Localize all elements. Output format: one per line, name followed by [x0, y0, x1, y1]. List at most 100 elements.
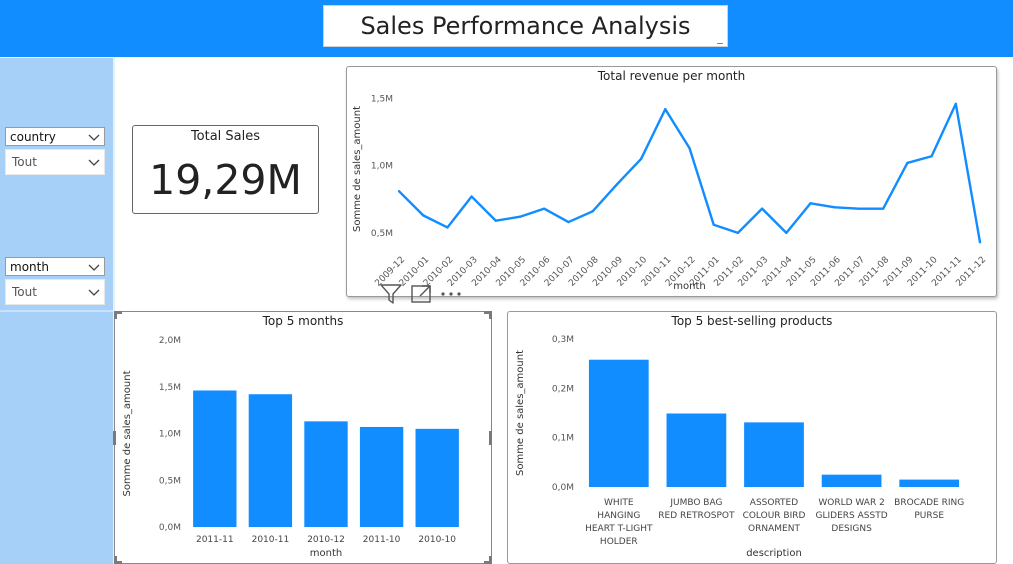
x-tick-label: JUMBO BAG RED RETROSPOT — [658, 498, 735, 521]
y-tick-label: 0,1M — [552, 434, 574, 444]
y-axis-label: Somme de sales_amount — [352, 106, 363, 232]
chevron-down-icon — [88, 134, 100, 141]
slicer-month-dropdown[interactable]: Tout — [5, 279, 105, 305]
x-tick-label: 2010-12 — [307, 535, 345, 545]
bar — [899, 479, 960, 487]
x-tick-label: 2010-11 — [252, 535, 290, 545]
bar — [304, 421, 348, 527]
filter-button[interactable] — [376, 281, 406, 307]
data-point — [906, 161, 909, 165]
bar — [359, 426, 404, 527]
slicer-month-header[interactable]: month — [5, 257, 105, 276]
slicer-month-value: Tout — [12, 285, 37, 299]
y-tick-label: 0,5M — [371, 229, 393, 239]
pane-divider-horizontal — [0, 310, 113, 312]
x-tick-label: WORLD WAR 2 GLIDERS ASSTD DESIGNS — [816, 498, 888, 534]
data-point — [809, 202, 812, 205]
data-point — [639, 157, 643, 161]
y-axis-label: Somme de sales_amount — [122, 370, 133, 496]
data-point — [494, 219, 498, 222]
y-tick-label: 0,3M — [552, 335, 574, 345]
chevron-down-icon — [88, 289, 100, 296]
y-tick-label: 0,0M — [552, 483, 574, 493]
focus-mode-button[interactable] — [406, 281, 436, 307]
x-tick-label: BROCADE RING PURSE — [894, 498, 964, 521]
data-point — [664, 107, 667, 111]
data-point — [591, 210, 594, 213]
data-point — [857, 207, 861, 210]
selection-corner-handle[interactable] — [114, 311, 122, 319]
data-point — [785, 231, 788, 235]
data-point — [567, 220, 570, 224]
data-point — [688, 146, 691, 150]
slicer-country-label: country — [10, 129, 56, 144]
x-axis-label: description — [746, 548, 802, 559]
data-point — [736, 231, 740, 235]
data-point — [543, 207, 546, 210]
data-point — [930, 155, 933, 158]
y-tick-label: 1,5M — [159, 383, 181, 393]
report-canvas: Sales Performance Analysis country Tout … — [0, 0, 1013, 564]
products-chart-svg: 0,0M 0,1M 0,2M 0,3M Somme de sales_amount WHI… — [515, 335, 964, 559]
report-title-box[interactable]: Sales Performance Analysis — [323, 5, 728, 47]
x-tick-label: WHITE HANGING HEART T-LIGHT HOLDER — [585, 498, 653, 547]
slicer-country: country Tout — [5, 127, 105, 175]
x-tick-label: ASSORTED COLOUR BIRD ORNAMENT — [743, 498, 806, 534]
bar — [588, 359, 649, 487]
y-tick-label: 1,0M — [371, 162, 393, 172]
y-tick-label: 0,5M — [159, 476, 181, 486]
x-tick-label: 2011-10 — [363, 535, 401, 545]
total-sales-card[interactable]: Total Sales 19,29M — [132, 125, 319, 214]
bar — [415, 428, 459, 527]
y-axis-label: Somme de sales_amount — [515, 350, 526, 476]
slicer-month: month Tout — [5, 257, 105, 305]
top-months-bar-chart[interactable]: Top 5 months 0,0M 0,5M 1,0M 1,5M 2,0M Somme d… — [114, 311, 492, 564]
visual-header-toolbar — [376, 281, 494, 307]
data-point — [978, 241, 982, 244]
revenue-chart-svg: 0,5M1,0M1,5MSomme de sales_amount2009-12… — [352, 94, 988, 292]
months-chart-svg: 0,0M 0,5M 1,0M 1,5M 2,0M Somme de sales_amoun… — [122, 336, 459, 559]
selection-corner-handle[interactable] — [484, 556, 492, 564]
chevron-down-icon — [88, 264, 100, 271]
bar — [666, 413, 727, 487]
data-point — [760, 207, 764, 210]
bar — [193, 390, 237, 527]
y-tick-label: 1,5M — [371, 94, 393, 104]
x-tick-label: 2011-11 — [196, 535, 234, 545]
bar — [821, 474, 882, 487]
bar — [248, 394, 293, 527]
top-products-bar-chart[interactable]: Top 5 best-selling products 0,0M 0,1M 0,2M… — [507, 311, 997, 564]
bar — [744, 422, 804, 487]
revenue-series-line — [398, 102, 982, 243]
focus-mode-icon — [411, 285, 431, 303]
y-tick-label: 0,2M — [552, 384, 574, 394]
card-value: 19,29M — [149, 156, 302, 204]
data-point — [470, 195, 473, 198]
data-point — [422, 214, 425, 217]
report-title: Sales Performance Analysis — [360, 12, 691, 40]
slicer-month-label: month — [10, 259, 49, 274]
data-point — [833, 206, 836, 209]
y-tick-label: 0,0M — [159, 523, 181, 533]
selection-corner-handle[interactable] — [484, 311, 492, 319]
data-point — [615, 183, 619, 186]
data-point — [446, 226, 449, 229]
slicer-country-header[interactable]: country — [5, 127, 105, 146]
slicer-country-dropdown[interactable]: Tout — [5, 149, 105, 175]
data-point — [397, 189, 401, 193]
data-point — [712, 223, 715, 226]
revenue-line-chart[interactable]: Total revenue per month 0,5M 1,0M 1,5M Somm… — [346, 66, 997, 297]
selection-side-handle[interactable] — [113, 431, 116, 445]
x-axis-label: month — [310, 548, 342, 559]
data-point — [881, 207, 885, 210]
more-options-button[interactable] — [436, 281, 466, 307]
x-tick-label: 2010-10 — [418, 535, 456, 545]
selection-corner-handle[interactable] — [114, 556, 122, 564]
y-tick-label: 1,0M — [159, 430, 181, 440]
x-axis-label: month — [673, 281, 705, 292]
chevron-down-icon — [88, 159, 100, 166]
data-point — [954, 102, 957, 106]
selection-side-handle[interactable] — [489, 431, 492, 445]
more-options-icon — [441, 292, 461, 296]
data-point — [518, 215, 522, 218]
